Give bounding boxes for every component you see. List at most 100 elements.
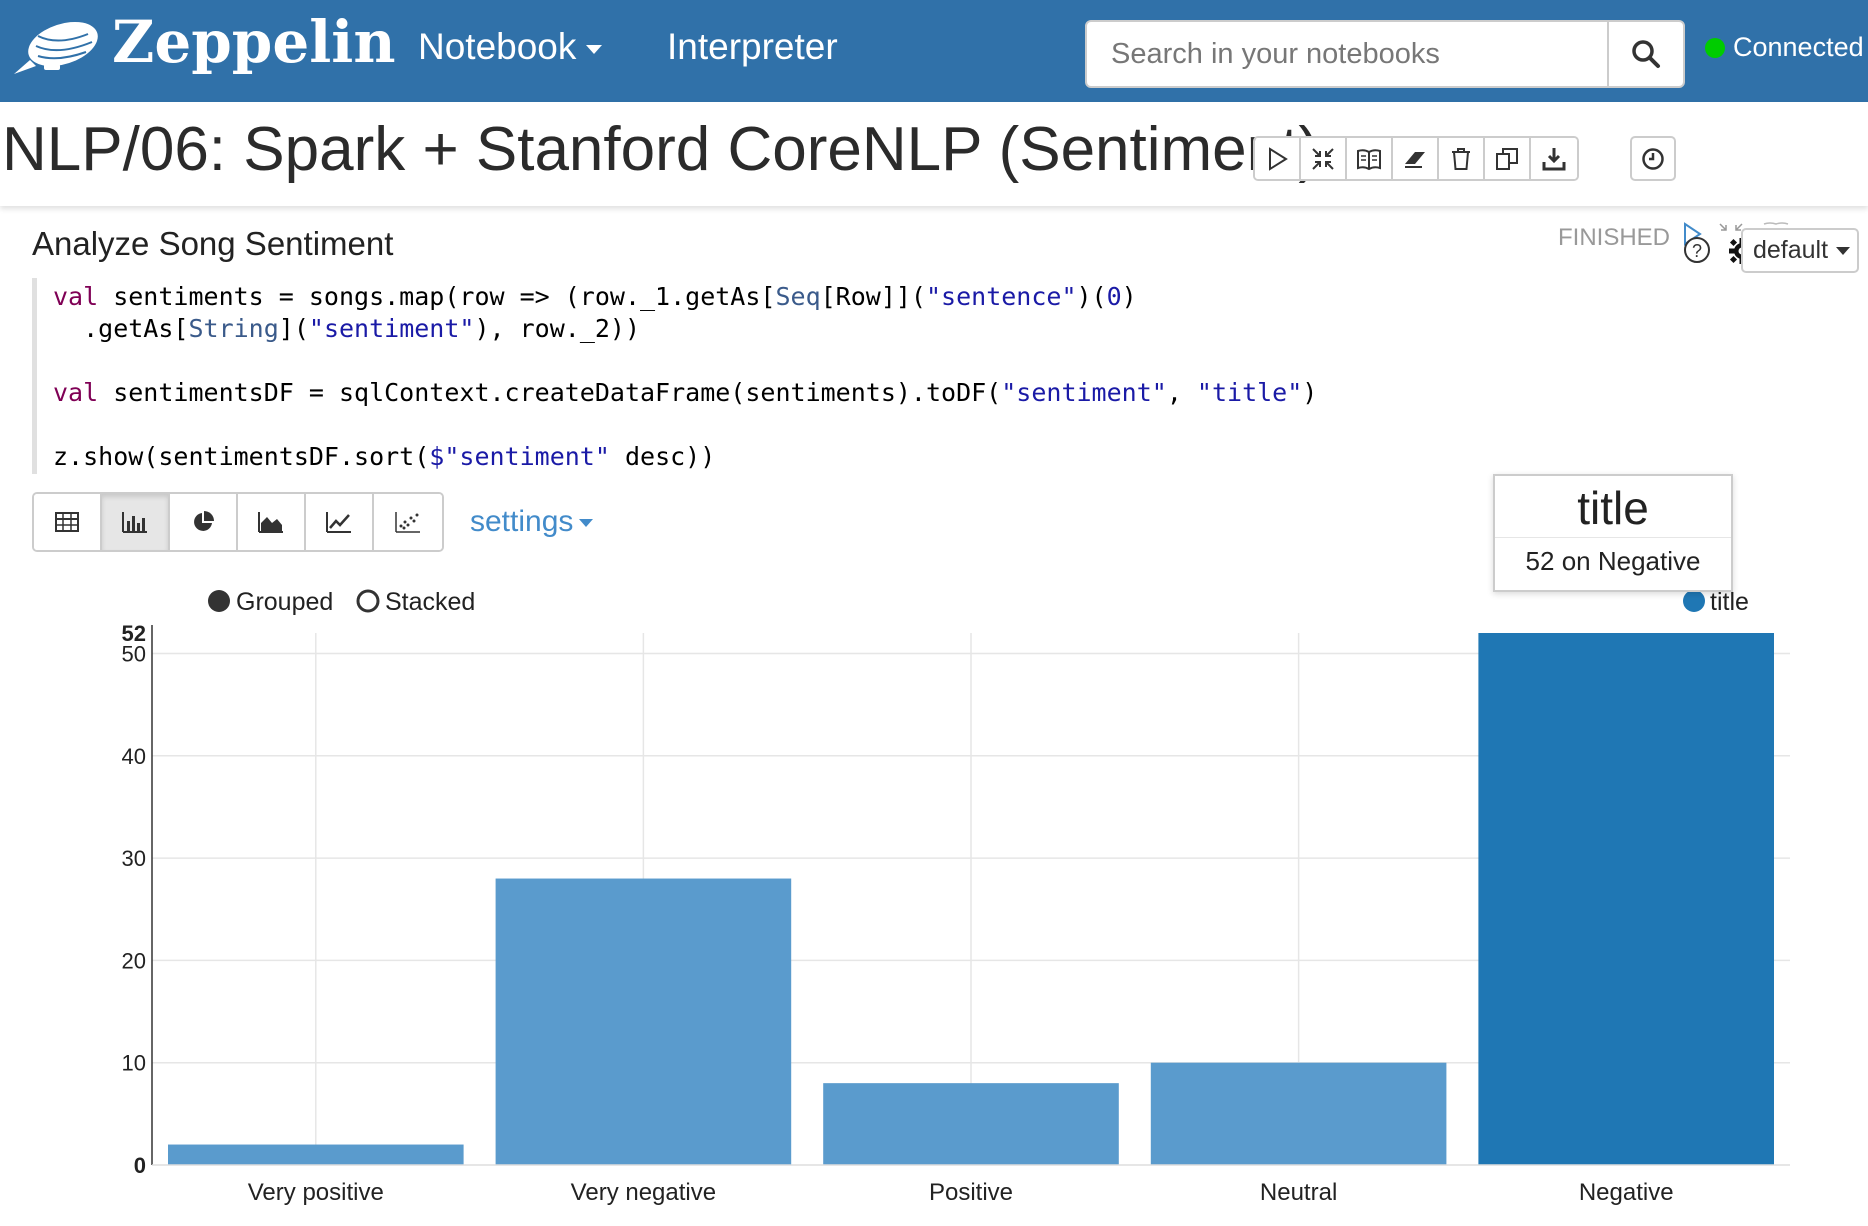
- help-icon[interactable]: ?: [1684, 237, 1710, 263]
- clock-icon: [1642, 147, 1664, 170]
- collapse-code-icon: [1312, 147, 1334, 170]
- mode-grouped-label: Grouped: [236, 588, 333, 616]
- show-output-small-icon[interactable]: [1763, 222, 1789, 225]
- code-token: sentiments = songs.map(row => (row._1.ge…: [98, 282, 776, 311]
- clear-output-button[interactable]: [1393, 138, 1439, 179]
- x-tick-label: Very positive: [248, 1179, 384, 1206]
- y-tick-label: 0: [134, 1153, 146, 1178]
- collapse-code-button[interactable]: [1301, 138, 1347, 179]
- code-token: [Row]](: [820, 282, 926, 311]
- code-token: String: [188, 314, 279, 343]
- y-tick-label: 10: [122, 1051, 146, 1076]
- bar[interactable]: [1478, 633, 1774, 1165]
- search-box: [1085, 20, 1685, 88]
- y-tick-label: 20: [122, 948, 146, 973]
- viz-bar-chart-button[interactable]: [102, 494, 170, 550]
- code-token: $"sentiment": [429, 442, 610, 471]
- search-input[interactable]: [1087, 22, 1609, 86]
- schedule-button[interactable]: [1630, 136, 1676, 181]
- mode-stacked-option[interactable]: Stacked: [356, 588, 475, 616]
- tooltip-title: title: [1495, 482, 1731, 538]
- tooltip-body: 52 on Negative: [1525, 546, 1701, 576]
- delete-notebook-button[interactable]: [1439, 138, 1485, 179]
- connection-status: Connected: [1705, 32, 1864, 63]
- notebook-header: NLP/06: Spark + Stanford CoreNLP (Sentim…: [0, 102, 1868, 206]
- chevron-down-icon: [579, 519, 594, 528]
- viz-line-chart-button[interactable]: [306, 494, 374, 550]
- code-token: Seq: [775, 282, 821, 311]
- settings-label: settings: [470, 505, 574, 538]
- x-tick-label: Very negative: [571, 1179, 716, 1206]
- copy-icon: [1496, 147, 1518, 170]
- bar[interactable]: [495, 878, 792, 1165]
- code-line-4: z.show(sentimentsDF.sort($"sentiment" de…: [53, 442, 715, 471]
- viz-table-button[interactable]: [34, 494, 102, 550]
- code-editor[interactable]: val sentiments = songs.map(row => (row._…: [32, 278, 1532, 474]
- bar[interactable]: [823, 1083, 1119, 1165]
- code-token: ](: [278, 314, 309, 343]
- code-token: ): [1302, 378, 1318, 407]
- viz-pie-chart-button[interactable]: [170, 494, 238, 550]
- radio-empty-icon: [356, 589, 380, 613]
- y-tick-label: 52: [122, 621, 146, 646]
- mode-grouped-option[interactable]: Grouped: [208, 588, 333, 616]
- code-token: val: [53, 282, 99, 311]
- brand-name[interactable]: Zeppelin: [112, 8, 396, 76]
- pie-chart-icon: [194, 511, 214, 531]
- area-chart-icon: [258, 512, 283, 533]
- code-line-3: val sentimentsDF = sqlContext.createData…: [53, 378, 1317, 407]
- trash-icon: [1452, 147, 1470, 170]
- download-icon: [1542, 147, 1566, 170]
- chevron-down-icon: [1836, 246, 1851, 255]
- code-token: ), row._2)): [474, 314, 641, 343]
- chart-tooltip: title 52 on Negative: [1493, 474, 1733, 592]
- x-tick-label: Positive: [929, 1179, 1013, 1206]
- code-token: "sentiment": [1001, 378, 1167, 407]
- paragraph-mode-select[interactable]: default: [1741, 228, 1859, 273]
- search-button[interactable]: [1607, 22, 1683, 86]
- status-label: Connected: [1733, 32, 1864, 62]
- search-icon: [1632, 40, 1660, 68]
- code-token: "title": [1196, 378, 1303, 407]
- code-token: sentimentsDF = sqlContext.createDataFram…: [98, 378, 1002, 407]
- viz-settings-toggle[interactable]: settings: [470, 505, 594, 539]
- code-token: 0: [1106, 282, 1122, 311]
- show-output-button[interactable]: [1347, 138, 1393, 179]
- visualization-toolbar: [32, 492, 444, 552]
- collapse-paragraph-icon[interactable]: [1719, 223, 1743, 231]
- status-dot-icon: [1705, 37, 1725, 58]
- code-token: )(: [1076, 282, 1107, 311]
- bar[interactable]: [1150, 1062, 1447, 1165]
- code-token: "sentence": [925, 282, 1077, 311]
- paragraph-status: FINISHED: [1558, 224, 1671, 251]
- viz-scatter-chart-button[interactable]: [374, 494, 442, 550]
- code-token: .getAs[: [53, 314, 189, 343]
- code-token: z.show(sentimentsDF.sort(: [53, 442, 430, 471]
- paragraph-title[interactable]: Analyze Song Sentiment: [32, 225, 393, 263]
- run-all-icon: [1269, 146, 1288, 171]
- legend[interactable]: title: [1683, 588, 1749, 616]
- zeppelin-logo-icon[interactable]: [8, 10, 100, 92]
- scatter-chart-icon: [395, 512, 420, 533]
- code-line-2: .getAs[String]("sentiment"), row._2)): [53, 314, 640, 343]
- notebook-title[interactable]: NLP/06: Spark + Stanford CoreNLP (Sentim…: [2, 114, 1319, 185]
- top-navbar: Zeppelin Notebook Interpreter Connected: [0, 0, 1868, 102]
- run-all-button[interactable]: [1255, 138, 1301, 179]
- bar-chart: Grouped Stacked title 0102030405052Very …: [122, 588, 1790, 1206]
- nav-notebook-label: Notebook: [418, 26, 577, 67]
- mode-stacked-label: Stacked: [385, 588, 475, 616]
- paragraph-mode-label: default: [1753, 236, 1829, 264]
- nav-interpreter-link[interactable]: Interpreter: [667, 26, 838, 68]
- y-tick-label: 30: [122, 846, 146, 871]
- viz-area-chart-button[interactable]: [238, 494, 306, 550]
- x-tick-label: Negative: [1579, 1179, 1674, 1206]
- clone-notebook-button[interactable]: [1485, 138, 1531, 179]
- svg-text:?: ?: [1692, 241, 1702, 261]
- code-token: desc)): [609, 442, 716, 471]
- chevron-down-icon: [586, 44, 603, 54]
- bar-chart-icon: [122, 512, 147, 533]
- bar[interactable]: [168, 1144, 464, 1165]
- eraser-icon: [1405, 151, 1425, 168]
- export-notebook-button[interactable]: [1531, 138, 1577, 179]
- nav-notebook-menu[interactable]: Notebook: [418, 26, 603, 68]
